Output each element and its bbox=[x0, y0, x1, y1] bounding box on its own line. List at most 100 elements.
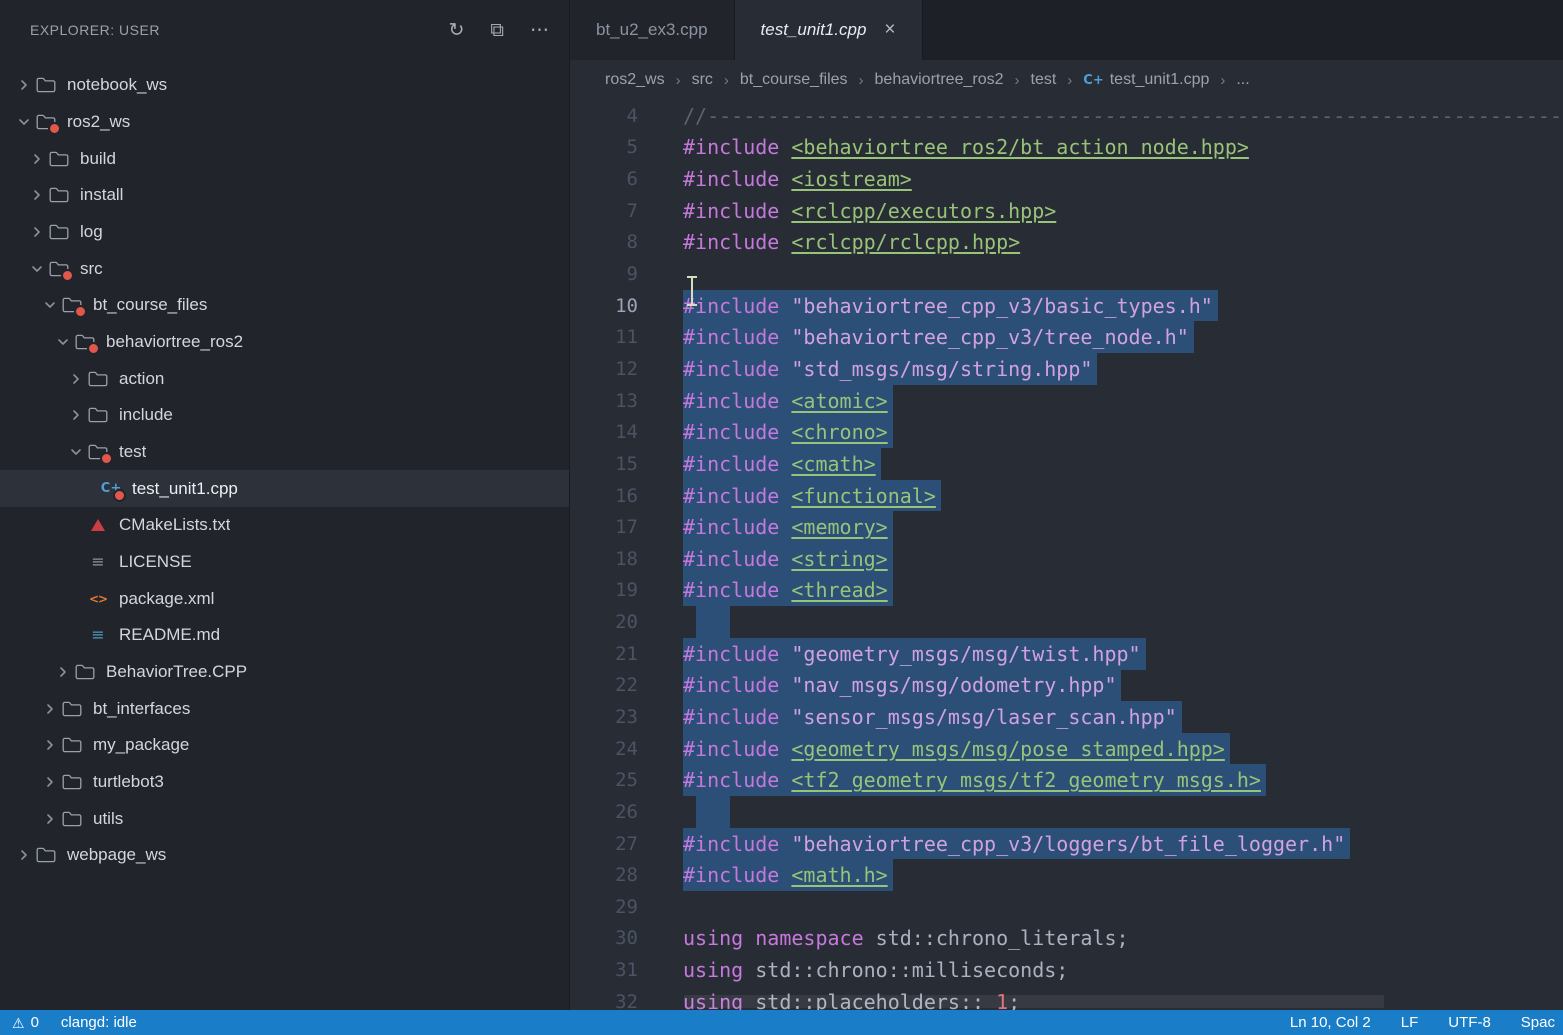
line-content: #include <memory> bbox=[638, 511, 893, 543]
eol-indicator[interactable]: LF bbox=[1401, 1014, 1419, 1031]
tree-folder-turtlebot3[interactable]: turtlebot3 bbox=[0, 764, 569, 801]
breadcrumb-label: src bbox=[692, 71, 713, 89]
tree-folder-BehaviorTree.CPP[interactable]: BehaviorTree.CPP bbox=[0, 654, 569, 691]
line-number: 26 bbox=[570, 796, 638, 828]
code-line-11: 11#include "behaviortree_cpp_v3/tree_nod… bbox=[570, 321, 1563, 353]
code-line-21: 21#include "geometry_msgs/msg/twist.hpp" bbox=[570, 638, 1563, 670]
folder-icon bbox=[60, 734, 84, 756]
folder-icon bbox=[86, 404, 110, 426]
line-content: #include <string> bbox=[638, 543, 893, 575]
line-content: #include "behaviortree_cpp_v3/basic_type… bbox=[638, 290, 1218, 322]
line-content: using namespace std::chrono_literals; bbox=[638, 923, 1129, 955]
line-number: 23 bbox=[570, 701, 638, 733]
cmake-file-icon bbox=[86, 514, 110, 536]
selection-block bbox=[696, 796, 730, 828]
tree-file-CMakeLists.txt[interactable]: CMakeLists.txt bbox=[0, 507, 569, 544]
breadcrumb-item-test[interactable]: test bbox=[1031, 71, 1057, 89]
explorer-actions: ↻ ⧉ ⋯ bbox=[449, 21, 550, 40]
tree-item-label: behaviortree_ros2 bbox=[106, 332, 243, 352]
line-number: 20 bbox=[570, 606, 638, 638]
code-line-10: 10#include "behaviortree_cpp_v3/basic_ty… bbox=[570, 290, 1563, 322]
tree-folder-install[interactable]: install bbox=[0, 177, 569, 214]
horizontal-scrollbar[interactable] bbox=[684, 995, 1384, 1008]
tree-folder-my_package[interactable]: my_package bbox=[0, 727, 569, 764]
problems-indicator[interactable]: ⚠ 0 bbox=[12, 1014, 39, 1031]
tree-folder-ros2_ws[interactable]: ros2_ws bbox=[0, 104, 569, 141]
selection-block bbox=[696, 606, 730, 638]
encoding-indicator[interactable]: UTF-8 bbox=[1448, 1014, 1491, 1031]
more-actions-button[interactable]: ⋯ bbox=[530, 21, 549, 40]
tree-item-label: bt_interfaces bbox=[93, 699, 190, 719]
tree-item-label: turtlebot3 bbox=[93, 772, 164, 792]
tree-item-label: BehaviorTree.CPP bbox=[106, 662, 247, 682]
code-line-12: 12#include "std_msgs/msg/string.hpp" bbox=[570, 353, 1563, 385]
tree-folder-include[interactable]: include bbox=[0, 397, 569, 434]
modified-dot bbox=[87, 342, 100, 355]
chevron-right-icon bbox=[40, 703, 60, 715]
tree-file-test_unit1.cpp[interactable]: C+test_unit1.cpp bbox=[0, 470, 569, 507]
breadcrumb-item-behaviortree_ros2[interactable]: behaviortree_ros2 bbox=[875, 71, 1004, 89]
tree-folder-bt_interfaces[interactable]: bt_interfaces bbox=[0, 690, 569, 727]
line-content: #include <rclcpp/rclcpp.hpp> bbox=[638, 227, 1020, 259]
status-left: ⚠ 0 clangd: idle bbox=[12, 1014, 137, 1031]
line-number: 4 bbox=[570, 100, 638, 132]
chevron-right-icon bbox=[14, 849, 34, 861]
line-number: 15 bbox=[570, 448, 638, 480]
line-content: #include <cmath> bbox=[638, 448, 881, 480]
line-content: #include "behaviortree_cpp_v3/tree_node.… bbox=[638, 321, 1194, 353]
line-content: #include <rclcpp/executors.hpp> bbox=[638, 195, 1056, 227]
line-number: 19 bbox=[570, 575, 638, 607]
tree-folder-notebook_ws[interactable]: notebook_ws bbox=[0, 67, 569, 104]
cpp-file-icon: C+ bbox=[1083, 71, 1103, 89]
tree-folder-test[interactable]: test bbox=[0, 434, 569, 471]
breadcrumb-item-ros2_ws[interactable]: ros2_ws bbox=[605, 71, 665, 89]
indentation-indicator[interactable]: Spac bbox=[1521, 1014, 1555, 1031]
code-editor[interactable]: 4//-------------------------------------… bbox=[570, 100, 1563, 1010]
close-tab-icon[interactable]: × bbox=[884, 19, 895, 41]
code-line-17: 17#include <memory> bbox=[570, 511, 1563, 543]
breadcrumb-item-...[interactable]: ... bbox=[1236, 71, 1249, 89]
breadcrumb-separator: › bbox=[724, 72, 729, 89]
breadcrumb-item-src[interactable]: src bbox=[692, 71, 713, 89]
folder-icon bbox=[34, 844, 58, 866]
line-number: 25 bbox=[570, 764, 638, 796]
code-line-27: 27#include "behaviortree_cpp_v3/loggers/… bbox=[570, 828, 1563, 860]
code-line-30: 30using namespace std::chrono_literals; bbox=[570, 923, 1563, 955]
refresh-explorer-button[interactable]: ↻ bbox=[449, 21, 465, 40]
modified-dot bbox=[74, 305, 87, 318]
tree-file-LICENSE[interactable]: ≡LICENSE bbox=[0, 544, 569, 581]
code-line-31: 31using std::chrono::milliseconds; bbox=[570, 954, 1563, 986]
line-content: #include <tf2_geometry_msgs/tf2_geometry… bbox=[638, 764, 1266, 796]
modified-dot bbox=[113, 489, 126, 502]
tree-file-README.md[interactable]: ≡README.md bbox=[0, 617, 569, 654]
breadcrumb-label: test bbox=[1031, 71, 1057, 89]
collapse-folders-button[interactable]: ⧉ bbox=[490, 21, 504, 40]
tree-folder-build[interactable]: build bbox=[0, 140, 569, 177]
tree-folder-bt_course_files[interactable]: bt_course_files bbox=[0, 287, 569, 324]
tree-folder-behaviortree_ros2[interactable]: behaviortree_ros2 bbox=[0, 324, 569, 361]
line-number: 16 bbox=[570, 480, 638, 512]
breadcrumb-item-bt_course_files[interactable]: bt_course_files bbox=[740, 71, 848, 89]
tree-file-package.xml[interactable]: <>package.xml bbox=[0, 580, 569, 617]
explorer-title: EXPLORER: USER bbox=[30, 22, 449, 38]
breadcrumb-item-test_unit1.cpp[interactable]: C+test_unit1.cpp bbox=[1083, 71, 1209, 89]
breadcrumb-separator: › bbox=[1015, 72, 1020, 89]
tab-test_unit1.cpp[interactable]: test_unit1.cpp× bbox=[735, 0, 923, 60]
code-line-15: 15#include <cmath> bbox=[570, 448, 1563, 480]
tree-item-label: action bbox=[119, 369, 164, 389]
code-line-19: 19#include <thread> bbox=[570, 575, 1563, 607]
tree-folder-log[interactable]: log bbox=[0, 214, 569, 251]
tree-folder-webpage_ws[interactable]: webpage_ws bbox=[0, 837, 569, 874]
status-right: Ln 10, Col 2 LF UTF-8 Spac bbox=[1290, 1014, 1555, 1031]
editor-area: bt_u2_ex3.cpptest_unit1.cpp× ros2_ws › src… bbox=[569, 0, 1563, 1010]
cursor-position[interactable]: Ln 10, Col 2 bbox=[1290, 1014, 1371, 1031]
code-line-28: 28#include <math.h> bbox=[570, 859, 1563, 891]
tree-folder-action[interactable]: action bbox=[0, 360, 569, 397]
line-number: 22 bbox=[570, 670, 638, 702]
tree-folder-utils[interactable]: utils bbox=[0, 800, 569, 837]
tab-bt_u2_ex3.cpp[interactable]: bt_u2_ex3.cpp bbox=[570, 0, 735, 60]
clangd-status[interactable]: clangd: idle bbox=[61, 1014, 137, 1031]
tree-folder-src[interactable]: src bbox=[0, 250, 569, 287]
breadcrumb-label: ... bbox=[1236, 71, 1249, 89]
folder-icon bbox=[47, 258, 71, 280]
